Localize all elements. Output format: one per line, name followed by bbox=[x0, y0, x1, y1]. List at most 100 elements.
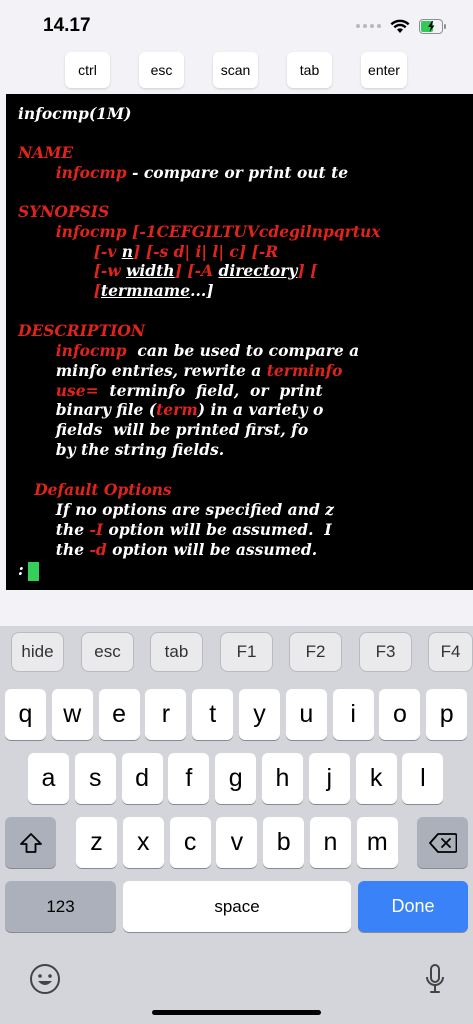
terminal-line: infocmp [-1CEFGILTUVcdegilnpqrtux bbox=[18, 222, 381, 242]
f4-key[interactable]: F4 bbox=[428, 632, 473, 672]
terminal-text-segment: directory bbox=[218, 261, 298, 280]
terminal-text-segment: use= bbox=[55, 381, 99, 400]
key-j[interactable]: j bbox=[308, 753, 350, 804]
terminal-accessory-bar: ctrl esc scan tab enter bbox=[0, 52, 473, 88]
terminal-screen[interactable]: infocmp(1M) NAME infocmp - compare or pri… bbox=[6, 94, 473, 590]
terminal-text-segment: term bbox=[156, 400, 198, 419]
terminal-line: infocmp can be used to compare a bbox=[18, 341, 359, 361]
terminal-line: If no options are specified and z bbox=[18, 500, 334, 520]
backspace-key[interactable] bbox=[417, 817, 468, 868]
key-e[interactable]: e bbox=[98, 689, 140, 740]
key-b[interactable]: b bbox=[263, 817, 305, 868]
esc-key[interactable]: esc bbox=[81, 632, 134, 672]
key-m[interactable]: m bbox=[356, 817, 398, 868]
terminal-text-segment: infocmp(1M) bbox=[18, 104, 132, 123]
terminal-text-segment: infocmp [-1CEFGILTUVcdegilnpqrtux bbox=[55, 222, 381, 241]
key-d[interactable]: d bbox=[121, 753, 163, 804]
f3-key[interactable]: F3 bbox=[359, 632, 412, 672]
terminal-text-segment: ) in a variety o bbox=[197, 400, 324, 419]
tab-button[interactable]: tab bbox=[287, 52, 332, 88]
status-bar: 14.17 bbox=[0, 0, 473, 50]
terminal-line: binary file (term) in a variety o bbox=[18, 400, 324, 420]
key-t[interactable]: t bbox=[192, 689, 234, 740]
key-y[interactable]: y bbox=[239, 689, 280, 740]
terminal-text-segment: ...] bbox=[190, 281, 214, 300]
key-q[interactable]: q bbox=[5, 689, 46, 740]
terminal-text-segment: fields will be printed first, fo bbox=[18, 420, 309, 439]
done-key[interactable]: Done bbox=[358, 881, 468, 932]
terminal-line: by the string fields. bbox=[18, 440, 224, 460]
space-key[interactable]: space bbox=[123, 881, 351, 932]
terminal-line: : bbox=[18, 560, 24, 580]
key-o[interactable]: o bbox=[379, 689, 421, 740]
terminal-line: Default Options bbox=[18, 480, 171, 500]
key-w[interactable]: w bbox=[51, 689, 93, 740]
terminal-text-segment: width bbox=[126, 261, 175, 280]
key-a[interactable]: a bbox=[28, 753, 69, 804]
software-keyboard: hide esc tab F1 F2 F3 F4 qwertyuiop asdf… bbox=[0, 626, 473, 1024]
key-x[interactable]: x bbox=[122, 817, 164, 868]
emoji-icon[interactable] bbox=[29, 963, 61, 995]
terminal-text-segment: option will be assumed. I bbox=[103, 520, 332, 539]
terminal-text-segment: termname bbox=[100, 281, 191, 300]
status-icons bbox=[356, 16, 447, 36]
ctrl-button[interactable]: ctrl bbox=[65, 52, 110, 88]
tab-key[interactable]: tab bbox=[150, 632, 203, 672]
terminal-text-segment: : bbox=[18, 560, 24, 579]
terminal-text-segment: - compare or print out te bbox=[126, 163, 349, 182]
terminal-text-segment: can be used to compare a bbox=[126, 341, 360, 360]
status-time: 14.17 bbox=[43, 15, 91, 36]
key-g[interactable]: g bbox=[215, 753, 257, 804]
key-f[interactable]: f bbox=[168, 753, 210, 804]
terminal-text-segment: -d bbox=[89, 540, 107, 559]
wifi-icon bbox=[390, 19, 410, 33]
key-u[interactable]: u bbox=[285, 689, 327, 740]
key-c[interactable]: c bbox=[169, 817, 211, 868]
terminal-line: DESCRIPTION bbox=[18, 321, 145, 341]
terminal-line: the -I option will be assumed. I bbox=[18, 520, 332, 540]
key-z[interactable]: z bbox=[76, 817, 117, 868]
backspace-icon bbox=[428, 832, 457, 853]
esc-button[interactable]: esc bbox=[139, 52, 184, 88]
shift-icon bbox=[19, 832, 42, 853]
terminal-text-segment: minfo entries, rewrite a bbox=[18, 361, 267, 380]
key-i[interactable]: i bbox=[332, 689, 374, 740]
key-p[interactable]: p bbox=[426, 689, 468, 740]
shift-key[interactable] bbox=[5, 817, 56, 868]
terminal-text-segment: terminfo field, or print bbox=[98, 381, 323, 400]
key-l[interactable]: l bbox=[402, 753, 444, 804]
microphone-icon[interactable] bbox=[424, 963, 446, 995]
key-s[interactable]: s bbox=[74, 753, 116, 804]
terminal-text-segment: -I bbox=[89, 520, 104, 539]
function-key-row: hide esc tab F1 F2 F3 F4 bbox=[0, 632, 473, 672]
terminal-text-segment: the bbox=[18, 540, 90, 559]
scan-button[interactable]: scan bbox=[213, 52, 258, 88]
terminal-line: infocmp - compare or print out te bbox=[18, 163, 348, 183]
key-v[interactable]: v bbox=[216, 817, 258, 868]
home-indicator[interactable] bbox=[152, 1010, 321, 1015]
terminal-text-segment: NAME bbox=[18, 143, 74, 162]
hide-key[interactable]: hide bbox=[11, 632, 64, 672]
enter-button[interactable]: enter bbox=[361, 52, 407, 88]
f1-key[interactable]: F1 bbox=[220, 632, 273, 672]
f2-key[interactable]: F2 bbox=[289, 632, 342, 672]
terminal-line: fields will be printed first, fo bbox=[18, 420, 308, 440]
key-h[interactable]: h bbox=[262, 753, 303, 804]
numbers-key[interactable]: 123 bbox=[5, 881, 116, 932]
terminal-text-segment: [-w bbox=[93, 261, 127, 280]
terminal-text-segment: terminfo bbox=[266, 361, 343, 380]
terminal-text-segment: If no options are specified and z bbox=[18, 500, 334, 519]
terminal-text-segment: the bbox=[18, 520, 90, 539]
terminal-text-segment: ] bbox=[133, 242, 146, 261]
key-r[interactable]: r bbox=[145, 689, 187, 740]
terminal-line: use= terminfo field, or print bbox=[18, 381, 323, 401]
terminal-text-segment: binary file ( bbox=[18, 400, 157, 419]
terminal-line: minfo entries, rewrite a terminfo bbox=[18, 361, 343, 381]
battery-charging-icon bbox=[419, 18, 446, 34]
key-k[interactable]: k bbox=[355, 753, 397, 804]
key-n[interactable]: n bbox=[310, 817, 351, 868]
